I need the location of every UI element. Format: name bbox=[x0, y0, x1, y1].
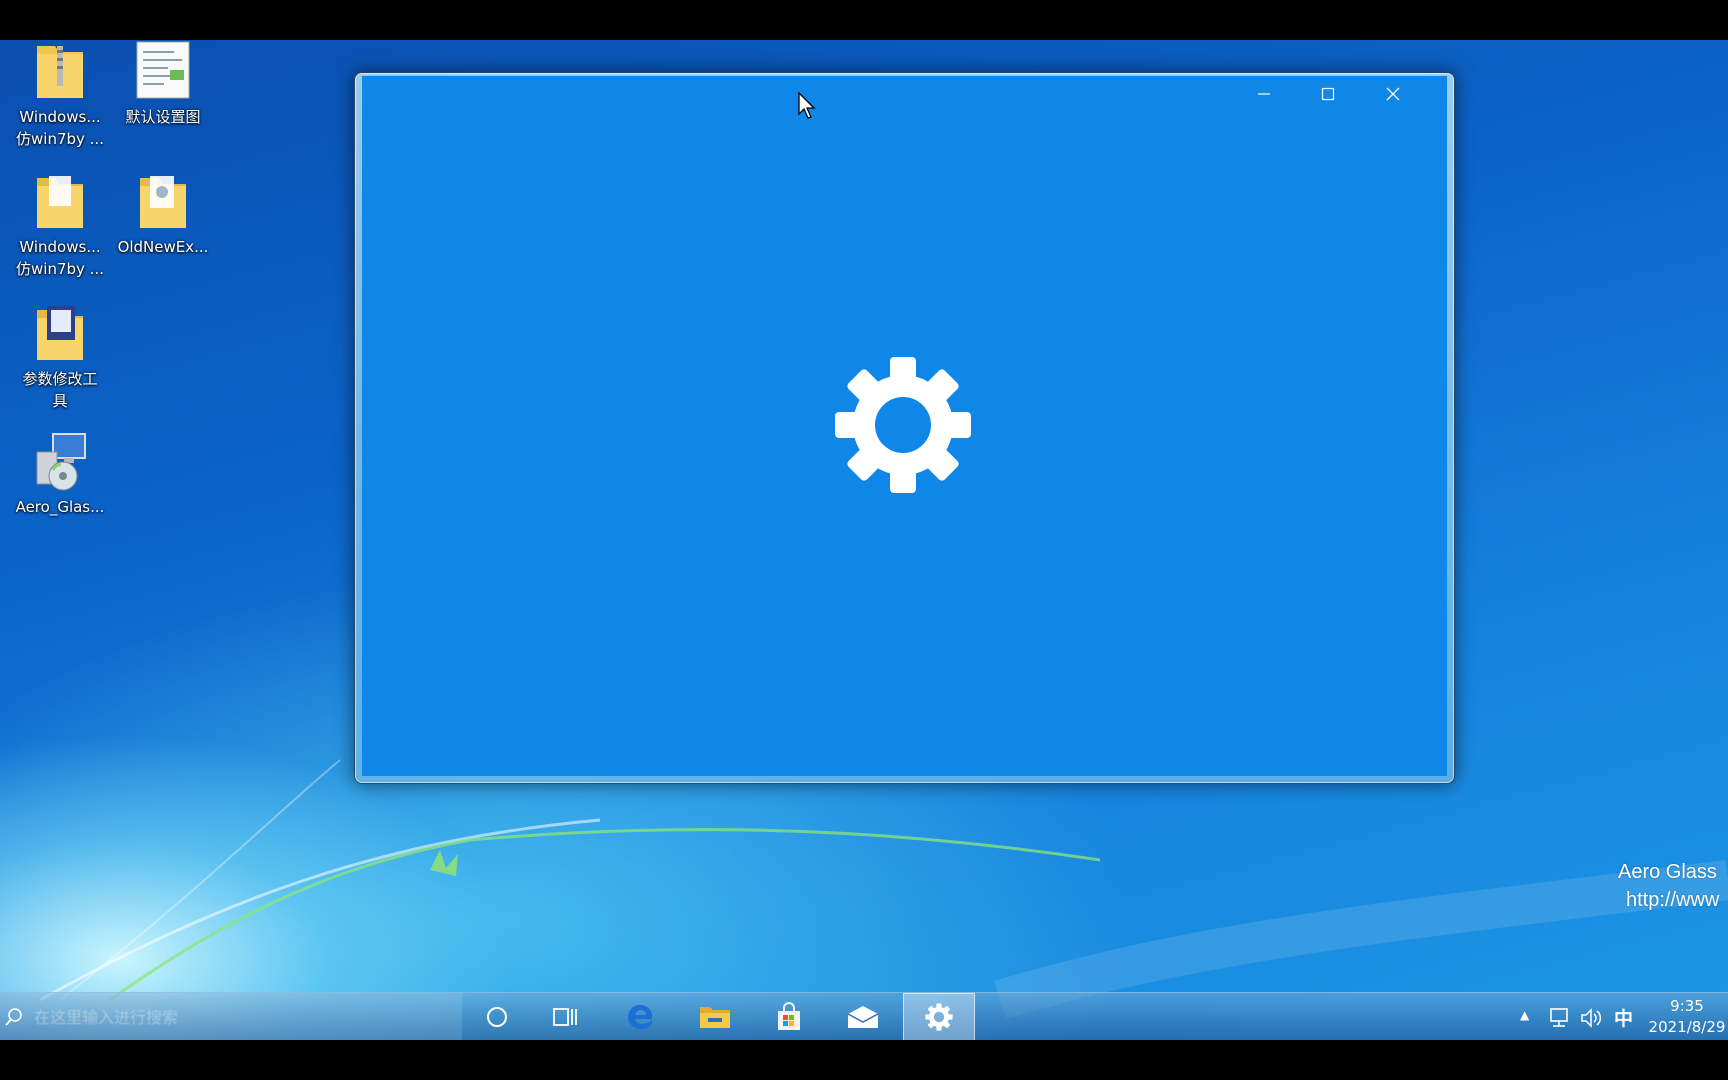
store-button[interactable] bbox=[754, 993, 824, 1040]
volume-icon[interactable] bbox=[1580, 1007, 1604, 1029]
desktop-icon-param-tool[interactable]: 参数修改工 具 bbox=[10, 302, 110, 412]
store-icon bbox=[778, 1002, 800, 1030]
watermark-line-2: http://www bbox=[1626, 889, 1720, 911]
desktop-icon-label: Windows... 仿win7by ... bbox=[16, 108, 104, 148]
desktop: Windows... 仿win7by ... 默认设置图 Windows... … bbox=[0, 40, 1728, 1040]
minimize-icon bbox=[1258, 93, 1270, 95]
installer-icon bbox=[31, 430, 89, 492]
settings-taskbar-button[interactable] bbox=[903, 993, 975, 1040]
minimize-button[interactable] bbox=[1232, 76, 1296, 112]
circle-icon bbox=[487, 1007, 507, 1027]
desktop-icon-windows-theme-1[interactable]: Windows... 仿win7by ... bbox=[10, 40, 110, 150]
desktop-icon-label: OldNewEx... bbox=[117, 238, 209, 256]
edge-icon bbox=[628, 1005, 653, 1029]
cortana-button[interactable] bbox=[462, 993, 532, 1040]
gear-icon bbox=[835, 357, 971, 493]
mail-button[interactable] bbox=[828, 993, 898, 1040]
watermark-line-1: Aero Glass bbox=[1618, 861, 1717, 883]
folder-icon bbox=[31, 302, 89, 364]
folder-icon bbox=[31, 170, 89, 232]
network-icon[interactable] bbox=[1548, 1007, 1572, 1029]
taskbar-search[interactable] bbox=[0, 993, 462, 1040]
gear-icon bbox=[925, 1003, 953, 1031]
search-icon bbox=[5, 1008, 22, 1026]
show-hidden-icons-chevron[interactable]: ▲ bbox=[1520, 1008, 1529, 1022]
zip-folder-icon bbox=[31, 40, 89, 102]
maximize-icon bbox=[1321, 87, 1335, 101]
edge-button[interactable] bbox=[605, 993, 675, 1040]
task-view-icon bbox=[553, 1008, 577, 1026]
file-explorer-button[interactable] bbox=[680, 993, 750, 1040]
search-input[interactable] bbox=[34, 1003, 434, 1031]
desktop-icon-label: Aero_Glas... bbox=[15, 498, 105, 516]
settings-window[interactable] bbox=[354, 72, 1455, 784]
settings-splash bbox=[362, 76, 1447, 776]
aero-glass-watermark: Aero Glass http://www bbox=[1618, 858, 1719, 914]
taskbar: ▲ 中 9:35 2021/8/29 bbox=[0, 992, 1728, 1040]
folder-icon bbox=[700, 1007, 730, 1028]
desktop-icon-oldnewexplorer[interactable]: OldNewEx... bbox=[113, 170, 213, 258]
close-icon bbox=[1386, 87, 1400, 101]
clock-time: 9:35 bbox=[1670, 997, 1704, 1015]
clock[interactable]: 9:35 2021/8/29 bbox=[1646, 996, 1728, 1038]
close-button[interactable] bbox=[1361, 76, 1425, 112]
maximize-button[interactable] bbox=[1296, 76, 1360, 112]
desktop-icon-windows-theme-2[interactable]: Windows... 仿win7by ... bbox=[10, 170, 110, 280]
desktop-icon-label: 参数修改工 具 bbox=[22, 370, 98, 410]
document-image-icon bbox=[134, 40, 192, 102]
clock-date: 2021/8/29 bbox=[1648, 1018, 1726, 1036]
mail-icon bbox=[847, 1006, 879, 1028]
ime-indicator[interactable]: 中 bbox=[1614, 1004, 1633, 1031]
desktop-icon-label: Windows... 仿win7by ... bbox=[16, 238, 104, 278]
mouse-cursor-icon bbox=[798, 92, 816, 119]
desktop-icon-label: 默认设置图 bbox=[125, 108, 201, 126]
task-view-button[interactable] bbox=[530, 993, 600, 1040]
desktop-icon-aero-glass[interactable]: Aero_Glas... bbox=[10, 430, 110, 518]
desktop-icon-default-settings[interactable]: 默认设置图 bbox=[113, 40, 213, 128]
folder-icon bbox=[134, 170, 192, 232]
